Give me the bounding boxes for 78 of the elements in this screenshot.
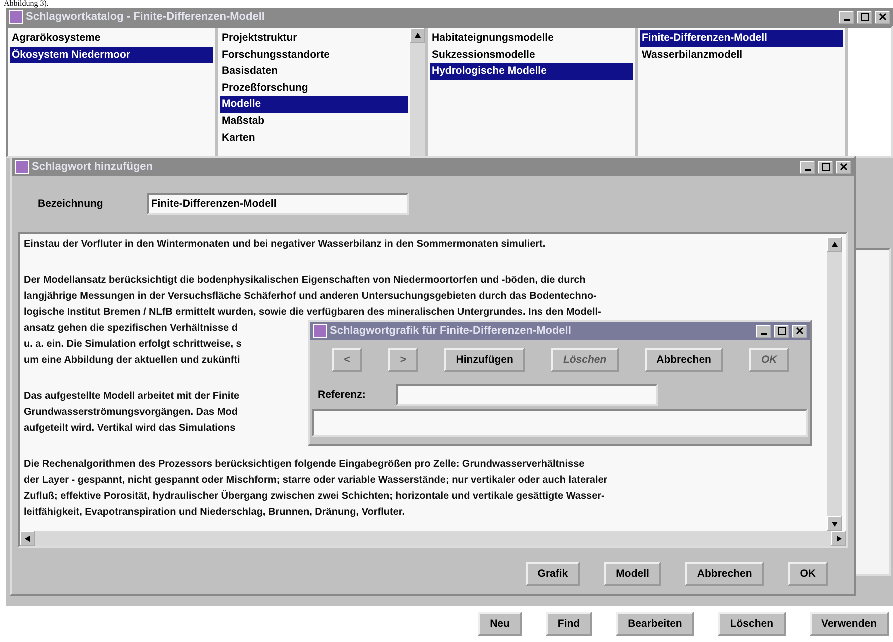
scrollbar[interactable] [410, 28, 425, 156]
maximize-button[interactable] [818, 160, 833, 174]
close-button[interactable] [836, 160, 851, 174]
button[interactable]: Find [546, 612, 592, 636]
down-arrow-icon [830, 520, 838, 528]
list-item[interactable]: Prozeßforschung [220, 80, 408, 96]
button[interactable]: Grafik [526, 562, 580, 586]
list-item[interactable]: Karten [220, 130, 408, 146]
text-line: der Layer - gespannt, nicht gespannt oder Mischform; starre oder variable Wasserstände; nur vertikaler oder auch lateraler [24, 474, 608, 488]
field-label: Bezeichnung [38, 198, 104, 210]
right-arrow-icon [834, 534, 842, 542]
maximize-icon [822, 163, 830, 171]
up-arrow-icon [830, 240, 838, 248]
list-item[interactable]: Projektstruktur [220, 30, 408, 47]
text-line: um eine Abbildung der aktuellen und zukünfti [24, 354, 240, 368]
minimize-button[interactable] [800, 160, 815, 174]
button[interactable]: Abbrechen [685, 562, 764, 586]
list-item[interactable]: Habitateignungsmodelle [430, 30, 633, 47]
list-item[interactable]: Wasserbilanzmodell [640, 46, 843, 64]
window-title: Schlagwortgrafik für Finite-Differenzen-Modell [330, 325, 572, 337]
list-item[interactable]: Maßstab [220, 112, 408, 130]
close-button[interactable] [875, 10, 890, 24]
app-icon [15, 160, 29, 174]
text-line: ansatz gehen die spezifischen Verhältnisse d [24, 322, 238, 336]
text-line: Grundwasserströmungsvorgängen. Das Mod [24, 406, 238, 420]
list-item[interactable]: Basisdaten [220, 63, 408, 80]
maximize-icon [860, 13, 868, 21]
button[interactable]: Modell [604, 562, 662, 586]
button[interactable]: OK [788, 562, 828, 586]
text-line: langjährige Messungen in der Versuchsfläche Schäferhof und anderen Untersuchungsgebieten durch das Bodentechno- [24, 290, 597, 304]
list-item[interactable]: Hydrologische Modelle [430, 63, 633, 80]
app-icon [313, 324, 327, 338]
scrollbar[interactable] [20, 531, 846, 546]
list-item[interactable]: Sukzessionsmodelle [430, 46, 633, 64]
reference-field[interactable] [396, 384, 658, 406]
close-icon [878, 13, 886, 21]
scroll-left-button[interactable] [20, 531, 35, 546]
button[interactable]: Neu [478, 612, 522, 636]
close-button[interactable] [792, 324, 807, 338]
scroll-up-button[interactable] [827, 237, 842, 252]
field-label: Referenz: [318, 389, 366, 401]
app-icon [9, 10, 23, 24]
maximize-icon [778, 327, 786, 335]
caption-text: Abbildung 3). [4, 0, 49, 8]
list-item[interactable]: Agrarökosysteme [10, 30, 213, 47]
scroll-down-button[interactable] [827, 516, 842, 531]
maximize-button[interactable] [774, 324, 789, 338]
scroll-right-button[interactable] [831, 531, 846, 546]
maximize-button[interactable] [857, 10, 872, 24]
text-line: leitfähigkeit, Evapotranspiration und Niederschlag, Brunnen, Dränung, Vorfluter. [24, 506, 405, 520]
list-item[interactable]: Forschungsstandorte [220, 46, 408, 64]
list-item[interactable]: Finite-Differenzen-Modell [640, 30, 843, 47]
text-line: Der Modellansatz berücksichtigt die bodenphysikalischen Eigenschaften von Niedermoortorfen und -böden, die durch [24, 274, 586, 288]
close-icon [840, 163, 848, 171]
close-icon [796, 327, 804, 335]
text-line: logische Institut Bremen / NLfB ermittelt wurden, sowie die verfügbaren des mineralischen Untergrundes. Ins den Modell- [24, 306, 602, 320]
minimize-button[interactable] [839, 10, 854, 24]
list-item[interactable]: Ökosystem Niedermoor [10, 46, 213, 64]
up-arrow-icon [414, 32, 422, 40]
name-field[interactable]: Finite-Differenzen-Modell [147, 193, 410, 215]
button[interactable]: Hinzufügen [444, 348, 526, 372]
left-arrow-icon [24, 534, 32, 542]
button[interactable]: Verwenden [810, 612, 889, 636]
scrollbar[interactable] [827, 237, 842, 531]
window-title: Schlagwort hinzufügen [32, 161, 153, 173]
list-item[interactable]: Modelle [220, 96, 408, 113]
button[interactable]: Abbrechen [644, 348, 724, 372]
text-line: Zufluß; effektive Porosität, hydraulischer Übergang zwischen zwei Schichten; horizontale und vertikale gesättigte Wasser- [24, 490, 605, 504]
scroll-up-button[interactable] [410, 28, 425, 43]
text-line: Einstau der Vorfluter in den Wintermonaten und bei negativer Wasserbilanz in den Sommermonaten simuliert. [24, 238, 546, 252]
text-line: Die Rechenalgorithmen des Prozessors berücksichtigen folgende Eingabegrößen pro Zelle: Grundwasserverhältnisse [24, 458, 585, 472]
text-line: aufgeteilt wird. Vertikal wird das Simulations [24, 422, 236, 436]
button[interactable]: Löschen [718, 612, 786, 636]
window-title: Schlagwortkatalog - Finite-Differenzen-Modell [26, 11, 265, 23]
button[interactable]: Bearbeiten [616, 612, 694, 636]
minimize-button[interactable] [756, 324, 771, 338]
text-line: u. a. ein. Die Simulation erfolgt schrittweise, s [24, 338, 242, 352]
text-line: Das aufgestellte Modell arbeitet mit der Finite [24, 390, 240, 404]
